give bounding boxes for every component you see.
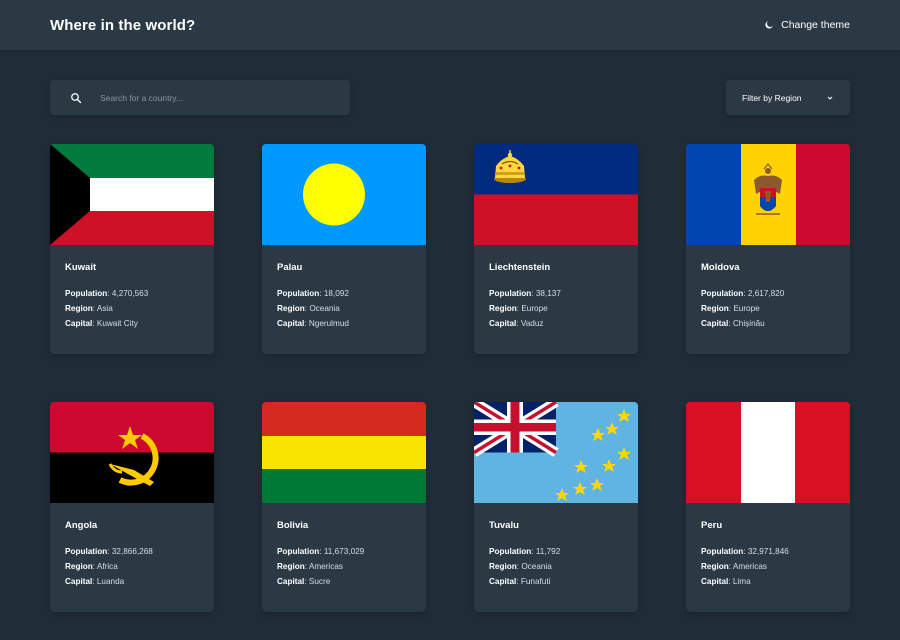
flag-angola: [50, 402, 214, 503]
region-line: Region: Europe: [701, 304, 760, 313]
country-card-bolivia[interactable]: Bolivia Population: 11,673,029 Region: A…: [262, 402, 426, 612]
population-line: Population: 4,270,563: [65, 289, 149, 298]
country-name: Moldova: [701, 262, 740, 273]
flag-peru: [686, 402, 850, 503]
app-title: Where in the world?: [50, 16, 196, 34]
country-card-liechtenstein[interactable]: Liechtenstein Population: 38,137 Region:…: [474, 144, 638, 354]
region-line: Region: Europe: [489, 304, 548, 313]
country-card-tuvalu[interactable]: Tuvalu Population: 11,792 Region: Oceani…: [474, 402, 638, 612]
capital-line: Capital: Vaduz: [489, 319, 544, 328]
flag-liechtenstein: [474, 144, 638, 245]
country-name: Bolivia: [277, 520, 309, 531]
change-theme-button[interactable]: Change theme: [764, 19, 850, 31]
country-name: Kuwait: [65, 262, 97, 273]
flag-tuvalu: [474, 402, 638, 503]
flag-moldova: [686, 144, 850, 245]
population-line: Population: 11,792: [489, 547, 561, 556]
country-name: Palau: [277, 262, 303, 273]
population-line: Population: 2,617,820: [701, 289, 785, 298]
flag-palau: [262, 144, 426, 245]
flag-bolivia: [262, 402, 426, 503]
country-name: Angola: [65, 520, 98, 531]
moon-icon: [764, 20, 774, 30]
country-card-moldova[interactable]: Moldova Population: 2,617,820 Region: Eu…: [686, 144, 850, 354]
search-input[interactable]: [100, 92, 320, 103]
country-grid: Kuwait Population: 4,270,563 Region: Asi…: [50, 144, 850, 612]
capital-line: Capital: Ngerulmud: [277, 319, 349, 328]
population-line: Population: 32,971,846: [701, 547, 789, 556]
filter-label: Filter by Region: [742, 92, 802, 103]
region-filter-dropdown[interactable]: Filter by Region: [726, 80, 850, 115]
capital-line: Capital: Funafuti: [489, 577, 551, 586]
region-line: Region: Oceania: [489, 562, 552, 571]
region-line: Region: Americas: [277, 562, 343, 571]
capital-line: Capital: Lima: [701, 577, 751, 586]
change-theme-label: Change theme: [781, 19, 850, 31]
region-line: Region: Oceania: [277, 304, 340, 313]
country-card-peru[interactable]: Peru Population: 32,971,846 Region: Amer…: [686, 402, 850, 612]
country-name: Tuvalu: [489, 520, 519, 531]
region-line: Region: Asia: [65, 304, 113, 313]
country-card-kuwait[interactable]: Kuwait Population: 4,270,563 Region: Asi…: [50, 144, 214, 354]
app-header: Where in the world? Change theme: [0, 0, 900, 50]
flag-kuwait: [50, 144, 214, 245]
search-icon: [70, 92, 82, 104]
capital-line: Capital: Kuwait City: [65, 319, 138, 328]
country-name: Peru: [701, 520, 723, 531]
capital-line: Capital: Luanda: [65, 577, 125, 586]
population-line: Population: 32,866,268: [65, 547, 153, 556]
country-card-angola[interactable]: Angola Population: 32,866,268 Region: Af…: [50, 402, 214, 612]
population-line: Population: 18,092: [277, 289, 349, 298]
chevron-down-icon: [826, 94, 834, 102]
country-card-palau[interactable]: Palau Population: 18,092 Region: Oceania…: [262, 144, 426, 354]
population-line: Population: 38,137: [489, 289, 561, 298]
search-bar[interactable]: [50, 80, 350, 115]
region-line: Region: Africa: [65, 562, 118, 571]
population-line: Population: 11,673,029: [277, 547, 365, 556]
capital-line: Capital: Sucre: [277, 577, 331, 586]
region-line: Region: Americas: [701, 562, 767, 571]
capital-line: Capital: Chișinău: [701, 319, 765, 328]
country-name: Liechtenstein: [489, 262, 551, 273]
